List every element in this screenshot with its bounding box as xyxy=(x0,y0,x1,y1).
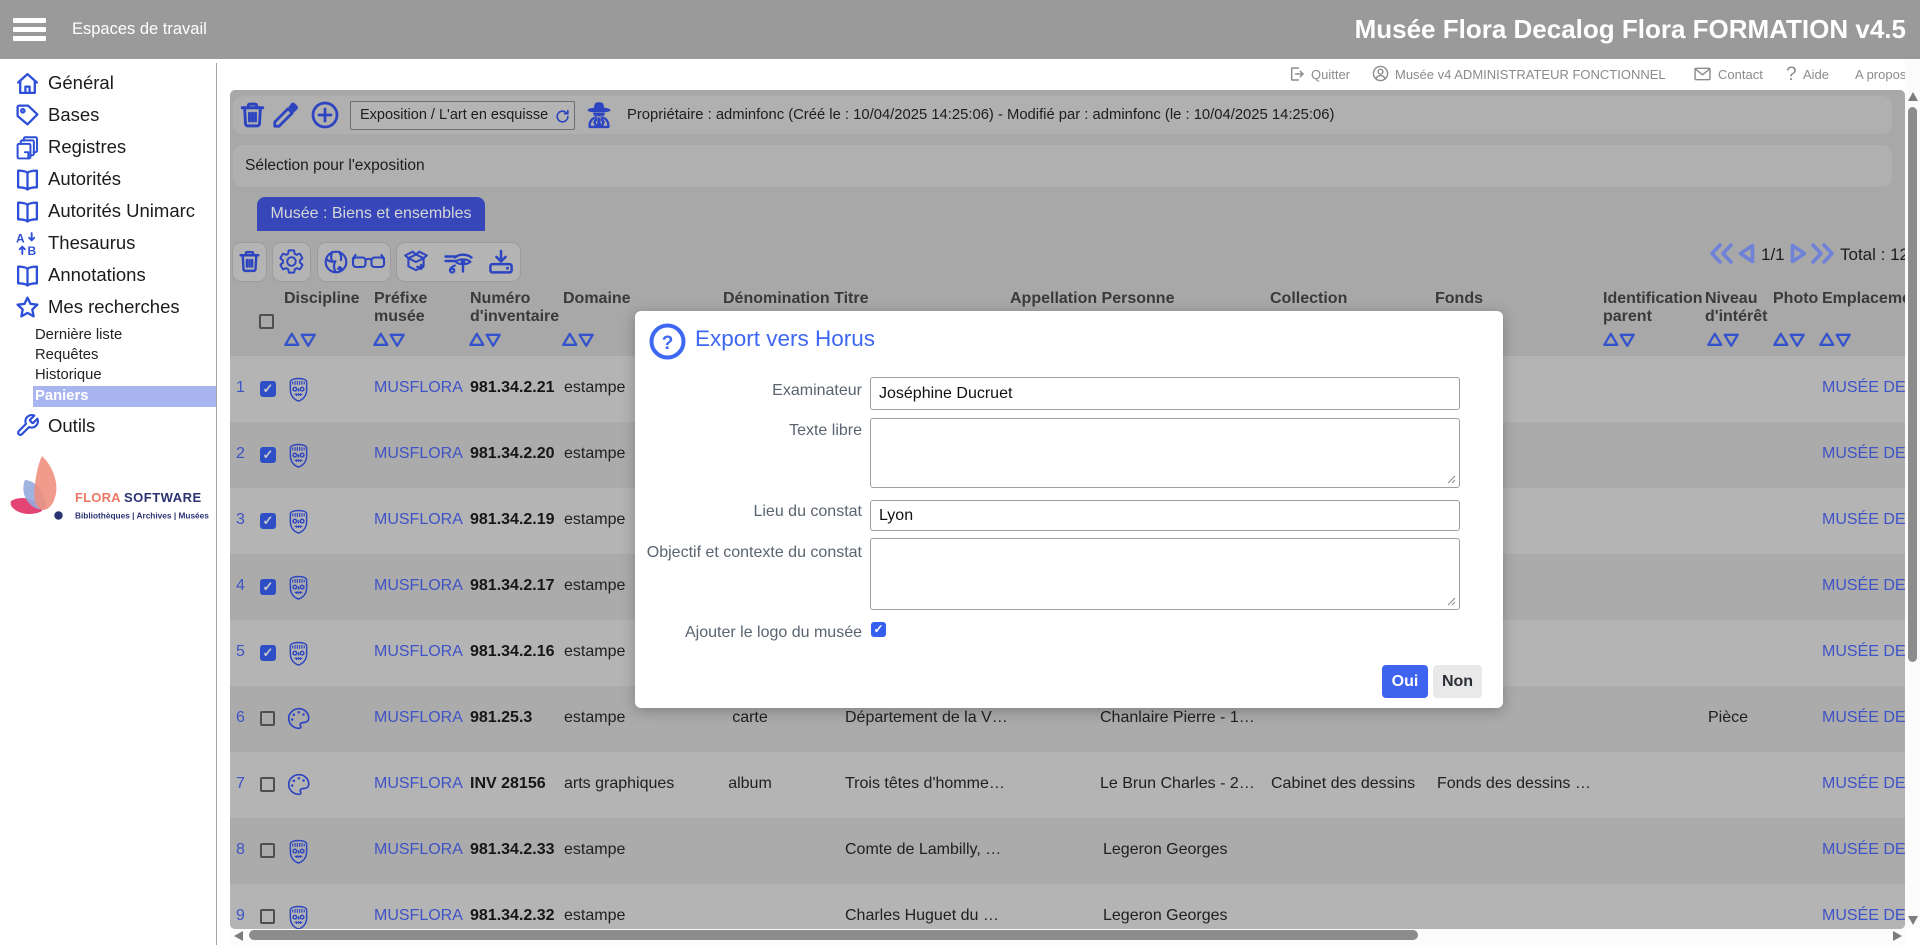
svg-text:B: B xyxy=(28,244,37,256)
svg-text:FLORA: FLORA xyxy=(75,490,121,505)
svg-text:Bibliothèques | Archives | Mus: Bibliothèques | Archives | Musées xyxy=(75,511,209,521)
svg-text:A: A xyxy=(16,231,25,245)
svg-text:?: ? xyxy=(662,333,674,354)
svg-text:SOFTWARE: SOFTWARE xyxy=(124,490,202,505)
